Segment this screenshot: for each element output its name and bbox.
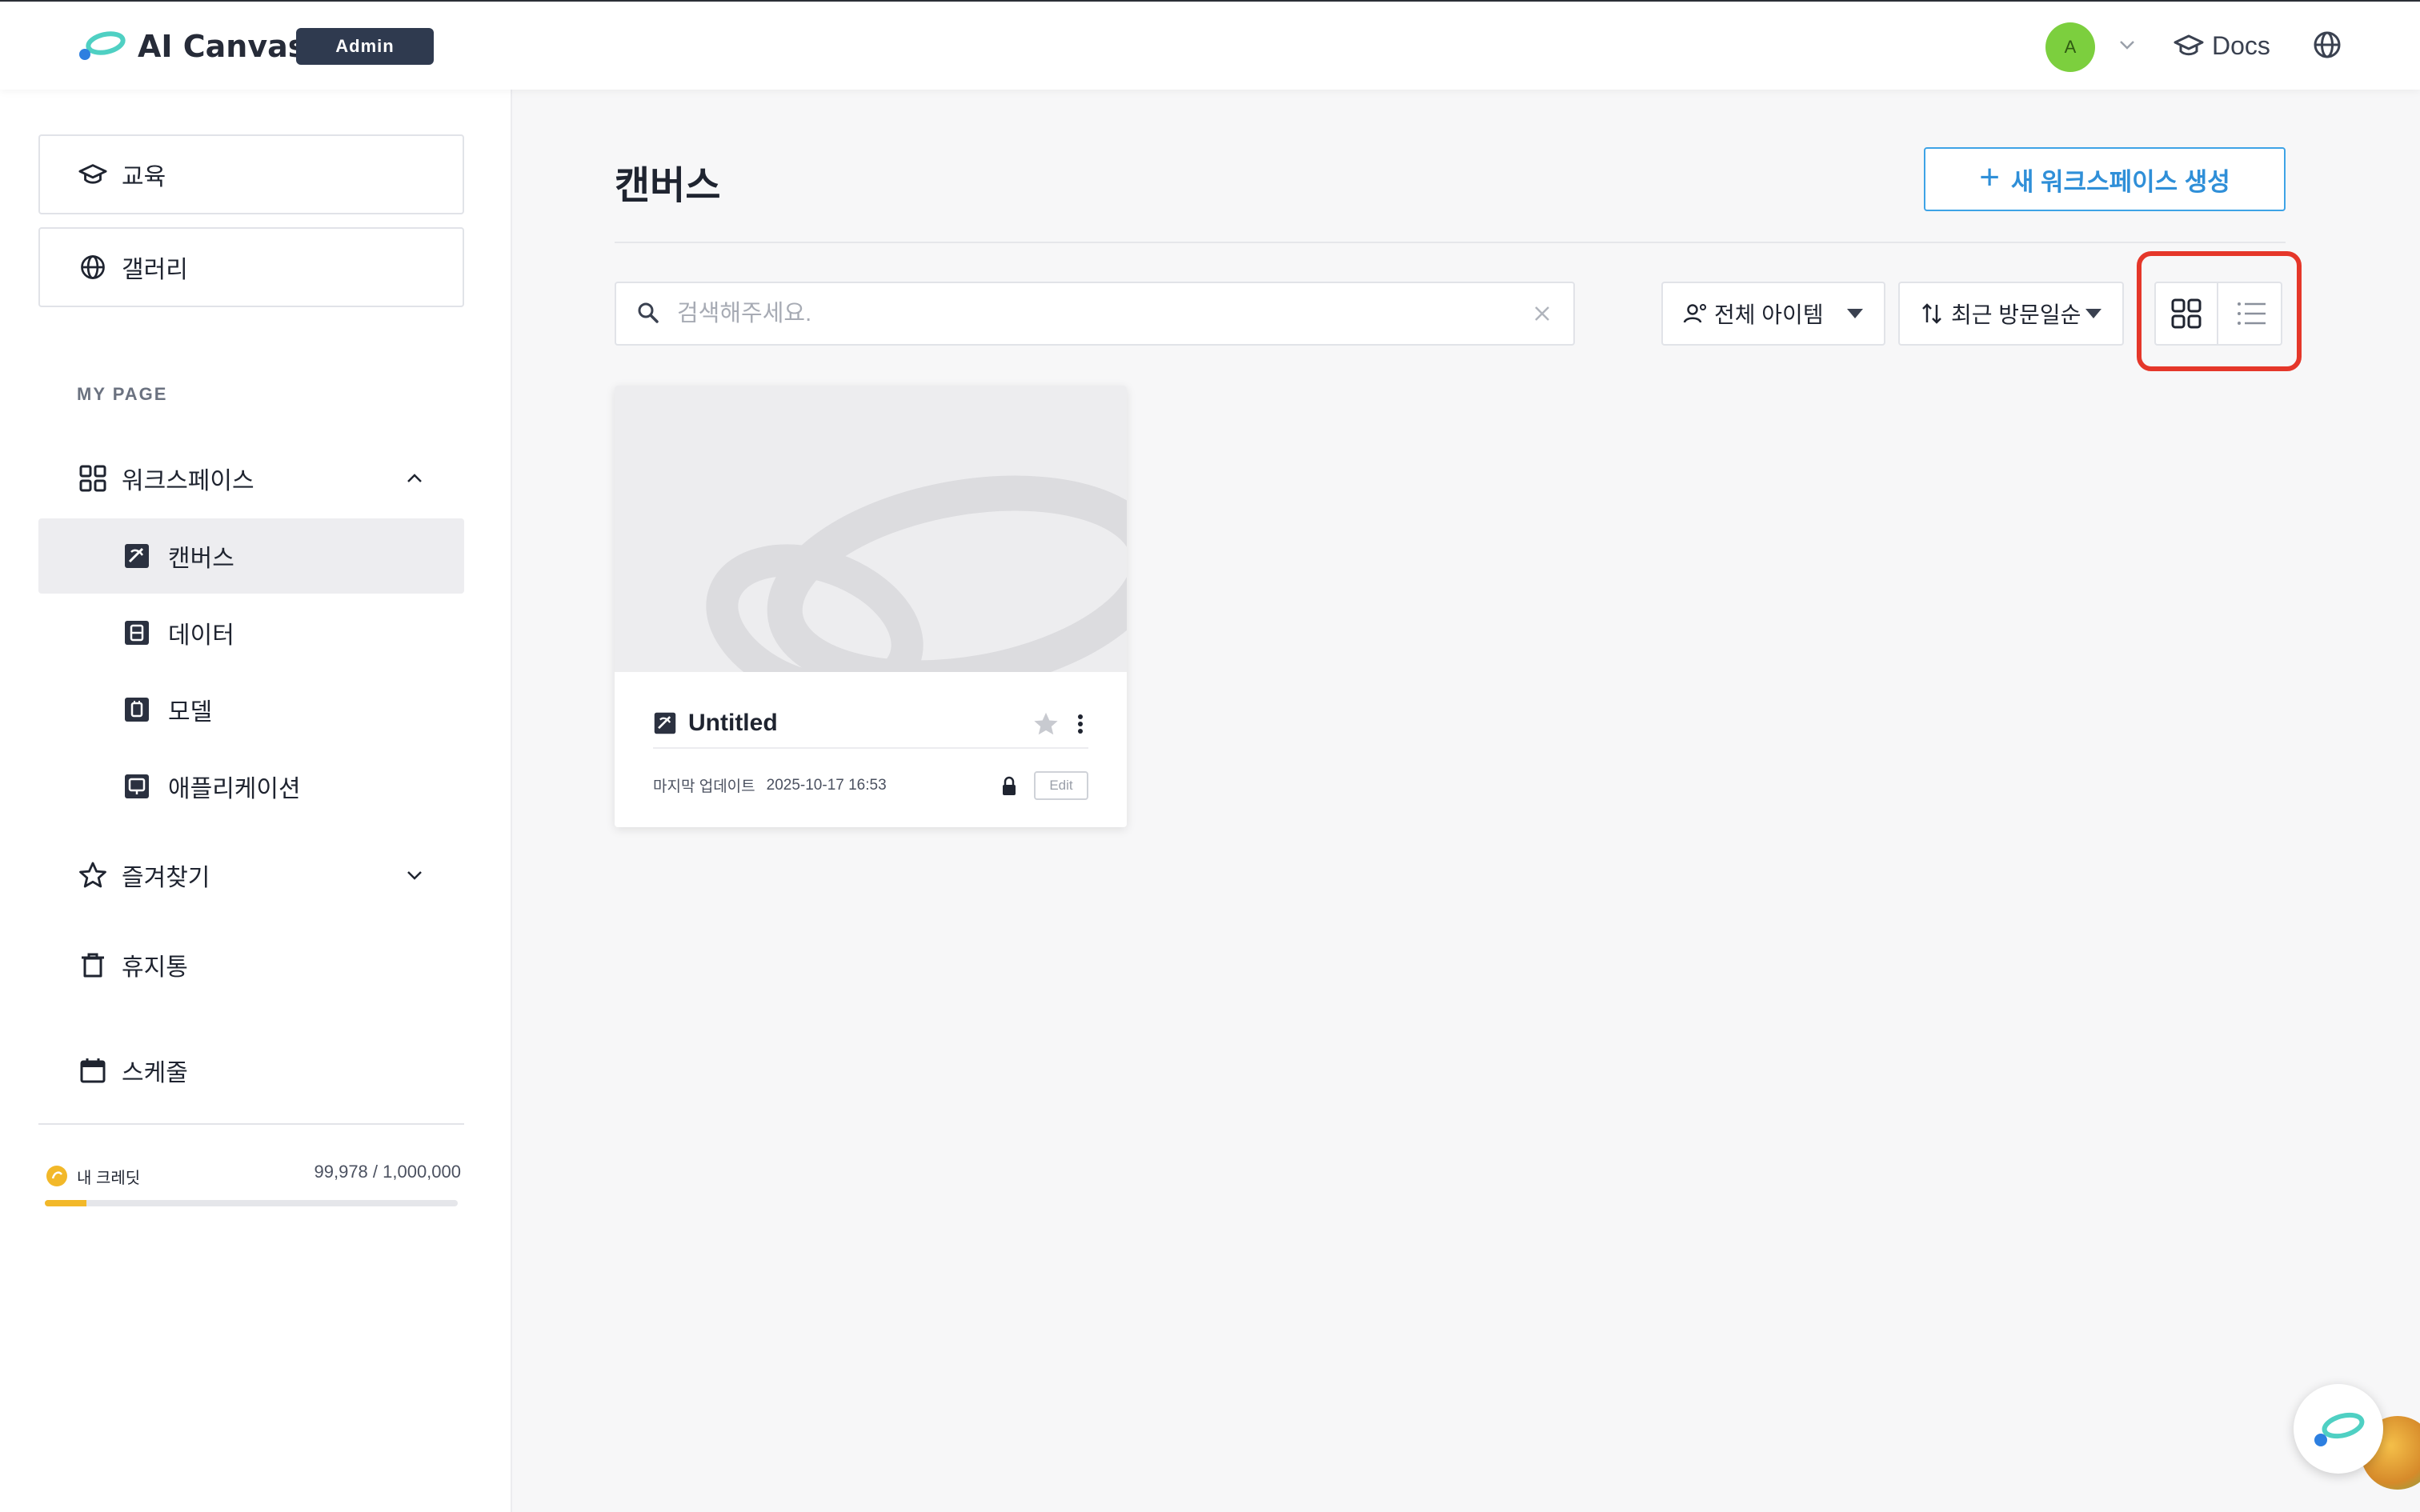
docs-link[interactable]: Docs	[2174, 26, 2270, 66]
sidebar-item-schedule[interactable]: 스케줄	[38, 1034, 464, 1107]
plus-icon: +	[1979, 158, 2000, 197]
canvas-card[interactable]: Untitled 마지막 업데이트 2025-10-17 16:53 Edit	[615, 386, 1127, 827]
sidebar-item-schedule-label: 스케줄	[122, 1060, 188, 1086]
sort-icon	[1922, 303, 1941, 324]
sidebar-item-workspace-label: 워크스페이스	[122, 468, 254, 494]
sidebar-education-label: 교육	[122, 164, 166, 190]
card-meta: 마지막 업데이트 2025-10-17 16:53	[653, 774, 887, 796]
last-updated-label: 마지막 업데이트	[653, 778, 755, 795]
more-options-icon[interactable]	[1072, 710, 1088, 738]
card-title-row: Untitled	[653, 699, 1088, 747]
edit-badge: Edit	[1034, 771, 1088, 800]
trash-icon	[82, 953, 104, 978]
caret-down-icon	[1847, 309, 1863, 318]
search-box[interactable]	[615, 282, 1575, 346]
globe-icon	[81, 255, 105, 279]
lock-icon	[1003, 776, 1016, 795]
grid-view-button[interactable]	[2156, 283, 2218, 344]
sort-select[interactable]: 최근 방문일순	[1898, 282, 2124, 346]
placeholder-logo-icon	[706, 475, 1127, 672]
credit-progress-bar	[45, 1200, 458, 1206]
credit-value: 99,978 / 1,000,000	[314, 1162, 462, 1182]
list-icon	[2238, 302, 2266, 325]
sidebar-item-data[interactable]: 데이터	[38, 595, 464, 670]
view-mode-toggle	[2154, 282, 2282, 346]
sidebar-item-workspace[interactable]: 워크스페이스	[38, 442, 464, 515]
search-input[interactable]	[677, 290, 1477, 338]
docs-label: Docs	[2212, 30, 2270, 60]
sidebar-gallery-label: 갤러리	[122, 257, 188, 283]
logo[interactable]: AI Canvas	[77, 26, 306, 67]
coin-icon	[46, 1166, 67, 1186]
ai-canvas-logo-icon	[79, 31, 126, 60]
card-title[interactable]: Untitled	[688, 710, 778, 737]
grid-icon	[79, 465, 106, 492]
create-workspace-button[interactable]: + 새 워크스페이스 생성	[1924, 147, 2286, 211]
my-page-section-label: MY PAGE	[77, 384, 168, 404]
globe-icon[interactable]	[2311, 29, 2343, 61]
sidebar-item-favorites[interactable]: 즐겨찾기	[38, 838, 464, 912]
sidebar-item-canvas-label: 캔버스	[168, 546, 234, 572]
search-icon	[638, 302, 659, 323]
chevron-down-icon[interactable]	[2116, 34, 2138, 56]
canvas-icon	[654, 712, 676, 734]
sidebar-item-trash-label: 휴지통	[122, 954, 188, 981]
calendar-icon	[80, 1058, 106, 1083]
caret-down-icon	[2085, 309, 2101, 318]
item-filter-select[interactable]: 전체 아이템	[1661, 282, 1885, 346]
page-title: 캔버스	[615, 165, 721, 207]
logo-text: AI Canvas	[138, 29, 307, 64]
graduation-cap-icon	[2174, 34, 2204, 56]
last-updated-date: 2025-10-17 16:53	[766, 776, 887, 794]
top-bar: AI Canvas Admin A Docs	[0, 0, 2420, 90]
graduation-cap-icon	[78, 164, 107, 184]
header-divider	[615, 242, 2286, 243]
star-icon[interactable]	[1032, 710, 1060, 738]
data-icon	[125, 621, 149, 645]
sidebar-item-application[interactable]: 애플리케이션	[38, 749, 464, 824]
sidebar-item-favorites-label: 즐겨찾기	[122, 865, 210, 891]
ai-canvas-logo-icon	[2314, 1412, 2365, 1446]
model-icon	[125, 698, 149, 722]
credit-summary: 내 크레딧 99,978 / 1,000,000	[45, 1160, 461, 1192]
sort-label: 최근 방문일순	[1951, 302, 2081, 327]
sidebar-education-button[interactable]: 교육	[38, 134, 464, 214]
assistant-fab-button[interactable]	[2294, 1384, 2383, 1474]
sidebar-divider	[38, 1123, 464, 1125]
sidebar-item-model-label: 모델	[168, 699, 213, 726]
credit-progress-fill	[45, 1200, 86, 1206]
avatar[interactable]: A	[2045, 22, 2095, 72]
application-icon	[125, 774, 149, 798]
star-icon	[79, 862, 106, 888]
item-filter-label: 전체 아이템	[1714, 302, 1824, 327]
sidebar-item-canvas[interactable]: 캔버스	[38, 518, 464, 594]
sidebar-gallery-button[interactable]: 갤러리	[38, 227, 464, 307]
sidebar-item-data-label: 데이터	[168, 622, 234, 649]
sidebar-item-trash[interactable]: 휴지통	[38, 928, 464, 1002]
user-icon	[1683, 304, 1706, 323]
admin-badge: Admin	[296, 28, 434, 65]
card-thumbnail[interactable]	[615, 386, 1127, 672]
chevron-down-icon[interactable]	[403, 864, 426, 886]
clear-icon[interactable]	[1530, 302, 1554, 326]
credit-label: 내 크레딧	[77, 1169, 141, 1187]
grid-icon	[2171, 298, 2202, 329]
sidebar-item-application-label: 애플리케이션	[168, 776, 301, 802]
sidebar-item-model[interactable]: 모델	[38, 672, 464, 747]
card-divider	[653, 747, 1088, 749]
sidebar: 교육 갤러리 MY PAGE 워크스페이스 캔버스 데이터 모델 애플리케이션 …	[0, 90, 512, 1512]
list-view-button[interactable]	[2220, 283, 2282, 344]
chevron-up-icon[interactable]	[403, 467, 426, 490]
create-workspace-label: 새 워크스페이스 생성	[2010, 167, 2230, 196]
canvas-icon	[125, 544, 149, 568]
